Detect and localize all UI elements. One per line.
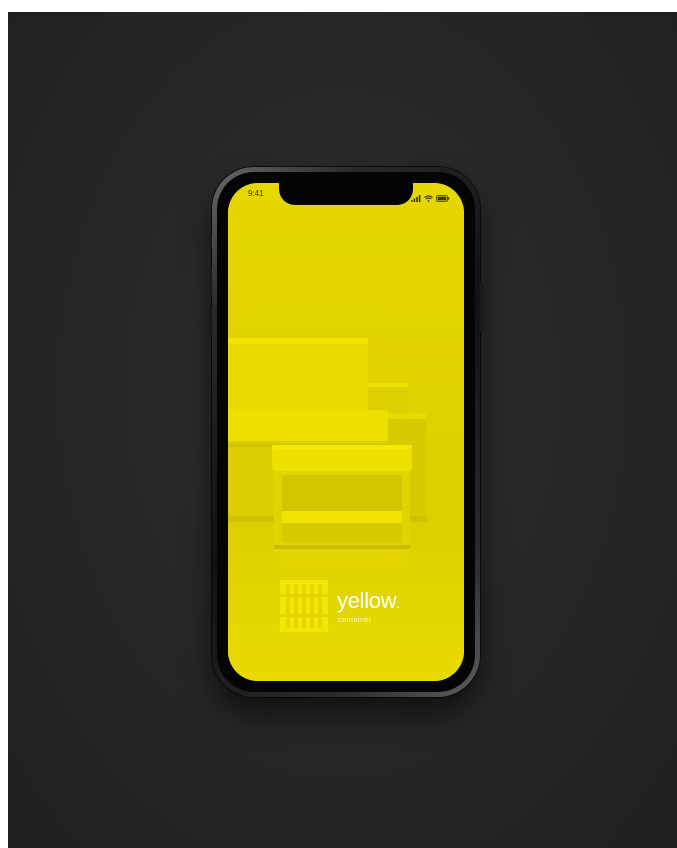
wifi-icon [424, 189, 433, 207]
signal-icon [411, 189, 421, 207]
battery-icon [436, 189, 450, 207]
status-icons [411, 189, 450, 207]
mute-switch [209, 235, 212, 249]
app-splash-screen[interactable]: 9:41 yellow. container [228, 183, 464, 681]
mockup-background: 9:41 yellow. container [8, 12, 677, 848]
status-time: 9:41 [248, 189, 264, 198]
container-logo-icon [280, 580, 328, 632]
phone-mockup: 9:41 yellow. container [209, 167, 483, 697]
brand-logo: yellow. container [280, 580, 430, 640]
volume-down-button [209, 307, 212, 337]
phone-notch [279, 183, 413, 205]
brand-tagline: container [338, 615, 372, 624]
brand-name: yellow. [337, 588, 400, 613]
power-button [480, 282, 483, 332]
volume-up-button [209, 267, 212, 297]
